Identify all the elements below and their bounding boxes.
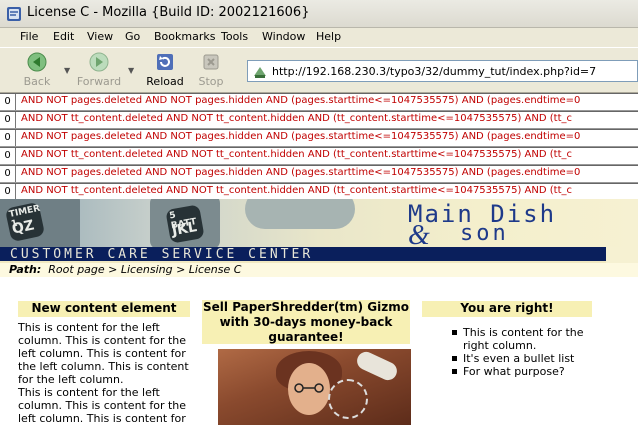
debug-row-text: AND NOT tt_content.deleted AND NOT tt_co… (21, 149, 572, 160)
debug-row-number: 0 (0, 112, 16, 128)
reload-button[interactable]: Reload (142, 50, 188, 90)
menu-view[interactable]: View (87, 30, 113, 43)
reload-label: Reload (146, 75, 184, 88)
left-column-paragraph: This is content for the left column. Thi… (18, 386, 187, 425)
left-column-heading: New content element (18, 301, 190, 317)
list-item: It's even a bullet list (452, 352, 602, 365)
keypad-key: 5 BATT JKL (165, 204, 205, 244)
debug-row-text: AND NOT tt_content.deleted AND NOT tt_co… (21, 185, 572, 196)
debug-row-number: 0 (0, 148, 16, 164)
debug-row-text: AND NOT pages.deleted AND NOT pages.hidd… (21, 167, 581, 178)
url-field[interactable]: http://192.168.230.3/typo3/32/dummy_tut/… (247, 60, 638, 82)
mozilla-app-icon (7, 7, 21, 21)
key-main-label: JKL (170, 219, 199, 240)
back-label: Back (23, 75, 51, 88)
back-button[interactable]: Back (14, 50, 60, 90)
url-text: http://192.168.230.3/typo3/32/dummy_tut/… (272, 65, 597, 78)
forward-dropdown-icon[interactable]: ▼ (128, 66, 134, 75)
debug-row-number: 0 (0, 94, 16, 110)
brand-son: son (460, 221, 509, 246)
center-column-heading: Sell PaperShredder(tm) Gizmo with 30-day… (202, 300, 410, 344)
forward-label: Forward (76, 75, 122, 88)
service-center-bar: CUSTOMER CARE SERVICE CENTER (0, 247, 606, 263)
debug-row: 0 AND NOT tt_content.deleted AND NOT tt_… (0, 183, 638, 199)
menu-edit[interactable]: Edit (53, 30, 74, 43)
window-title: License C - Mozilla {Build ID: 200212160… (27, 5, 310, 20)
key-main-label: QZ (10, 217, 36, 238)
site-header-banner: TIMER 1 QZ 5 BATT JKL Main Dish & son (0, 199, 638, 247)
breadcrumb-label: Path: (9, 263, 42, 276)
navigation-toolbar: Back ▼ Forward ▼ Reload Stop http://192.… (0, 47, 638, 93)
handset-image (245, 199, 355, 229)
list-item: For what purpose? (452, 365, 602, 378)
debug-row-number: 0 (0, 166, 16, 182)
menu-help[interactable]: Help (316, 30, 341, 43)
menu-window[interactable]: Window (262, 30, 305, 43)
debug-row: 0 AND NOT pages.deleted AND NOT pages.hi… (0, 129, 638, 147)
menu-file[interactable]: File (20, 30, 38, 43)
debug-row-number: 0 (0, 184, 16, 199)
page-proxy-icon (254, 67, 266, 78)
reload-icon (157, 54, 173, 70)
stop-label: Stop (198, 75, 224, 88)
debug-row: 0 AND NOT pages.deleted AND NOT pages.hi… (0, 165, 638, 183)
debug-output: 0 AND NOT pages.deleted AND NOT pages.hi… (0, 93, 638, 199)
menu-go[interactable]: Go (125, 30, 140, 43)
right-column-bullet-list: This is content for the right column. It… (452, 326, 602, 378)
menu-tools[interactable]: Tools (221, 30, 248, 43)
list-item: This is content for the right column. (452, 326, 602, 352)
forward-button[interactable]: Forward (76, 50, 122, 90)
breadcrumb: Path: Root page > Licensing > License C (0, 263, 638, 277)
left-column-paragraph: This is content for the left column. Thi… (18, 321, 189, 386)
keypad-key: TIMER 1 QZ (4, 201, 46, 243)
title-bar: License C - Mozilla {Build ID: 200212160… (0, 0, 638, 28)
brand-ampersand: & (408, 220, 430, 247)
stop-icon (203, 54, 219, 70)
debug-row: 0 AND NOT pages.deleted AND NOT pages.hi… (0, 93, 638, 111)
debug-row: 0 AND NOT tt_content.deleted AND NOT tt_… (0, 147, 638, 165)
woman-on-phone-photo (218, 349, 411, 425)
debug-row-text: AND NOT pages.deleted AND NOT pages.hidd… (21, 131, 581, 142)
debug-row-text: AND NOT tt_content.deleted AND NOT tt_co… (21, 113, 572, 124)
stop-button[interactable]: Stop (188, 50, 234, 90)
service-bar-edge (606, 247, 638, 263)
debug-row-number: 0 (0, 130, 16, 146)
back-arrow-icon (27, 52, 47, 72)
debug-row-text: AND NOT pages.deleted AND NOT pages.hidd… (21, 95, 581, 106)
service-center-title: CUSTOMER CARE SERVICE CENTER (10, 247, 314, 262)
debug-row: 0 AND NOT tt_content.deleted AND NOT tt_… (0, 111, 638, 129)
page-content: New content element This is content for … (0, 277, 638, 425)
back-dropdown-icon[interactable]: ▼ (64, 66, 70, 75)
breadcrumb-text: Path: Root page > Licensing > License C (9, 263, 241, 276)
menu-bar: File Edit View Go Bookmarks Tools Window… (0, 28, 638, 47)
right-column-heading: You are right! (422, 301, 592, 317)
forward-arrow-icon (89, 52, 109, 72)
menu-bookmarks[interactable]: Bookmarks (154, 30, 215, 43)
breadcrumb-trail[interactable]: Root page > Licensing > License C (48, 263, 241, 276)
